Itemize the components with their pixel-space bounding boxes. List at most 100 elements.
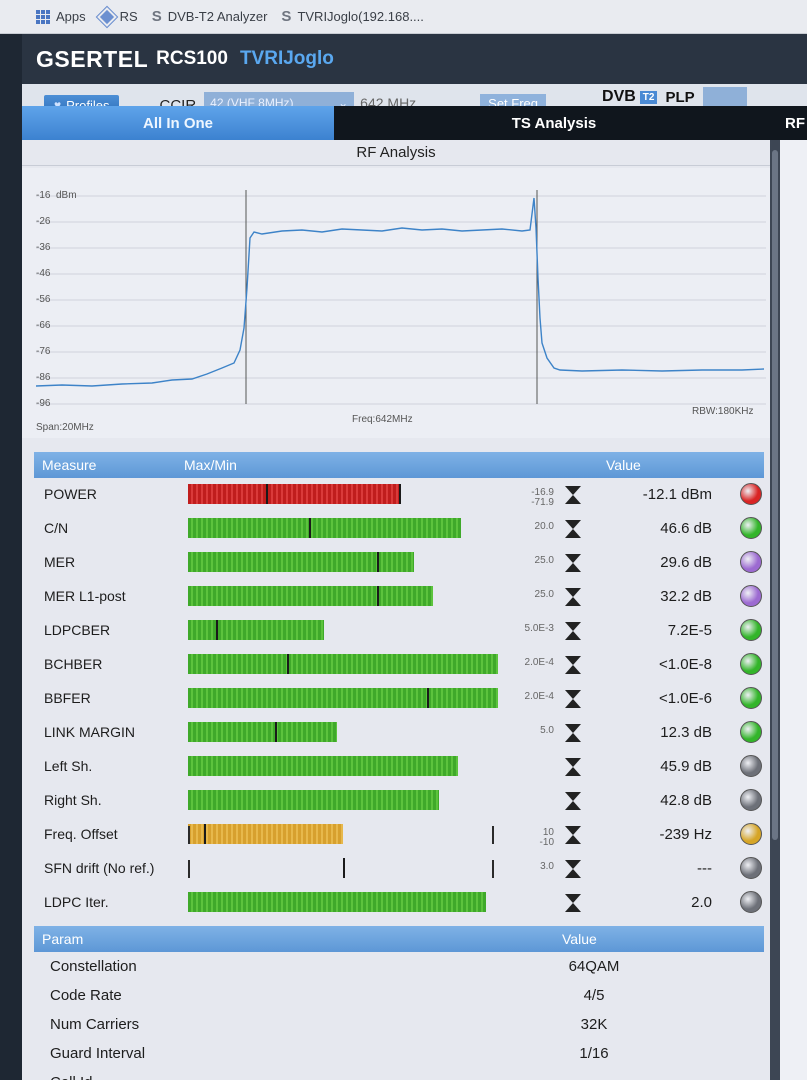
measure-value: <1.0E-6 xyxy=(659,690,712,707)
threshold-top: 25.0 xyxy=(534,589,554,600)
hourglass-icon[interactable] xyxy=(564,587,582,607)
hourglass-icon[interactable] xyxy=(564,723,582,743)
min-max-marker xyxy=(399,484,401,504)
table-row: Freq. Offset 10 -10 -239 Hz xyxy=(34,818,764,852)
unit-label: dBm xyxy=(56,190,77,201)
threshold-label: 3.0 xyxy=(540,862,554,872)
bookmark-apps[interactable]: Apps xyxy=(36,9,86,24)
threshold-label: 5.0E-3 xyxy=(525,624,554,634)
hourglass-icon[interactable] xyxy=(564,655,582,675)
status-led xyxy=(740,789,762,811)
tab-ts-analysis[interactable]: TS Analysis xyxy=(334,106,774,140)
spectrum-plot: -16 dBm -26 -36 -46 -56 -66 -76 -86 -96 … xyxy=(22,168,770,438)
measure-value: 29.6 dB xyxy=(660,554,712,571)
level-bar-track xyxy=(188,756,498,776)
measure-name: BCHBER xyxy=(44,656,103,672)
status-led xyxy=(740,823,762,845)
level-bar-track xyxy=(188,722,498,742)
status-led xyxy=(740,721,762,743)
hourglass-icon[interactable] xyxy=(564,485,582,505)
threshold-bottom: -10 xyxy=(539,837,554,848)
level-bar-track xyxy=(188,586,498,606)
min-max-marker xyxy=(309,518,311,538)
rf-analysis-title: RF Analysis xyxy=(22,140,770,166)
min-max-marker xyxy=(204,824,206,844)
range-limit-marker xyxy=(492,826,494,844)
bookmark-tvri-label: TVRIJoglo(192.168.... xyxy=(297,9,424,24)
table-row: MER L1-post 25.0 32.2 dB xyxy=(34,580,764,614)
measure-name: C/N xyxy=(44,520,69,536)
gsertel-s-icon: S xyxy=(151,8,162,25)
status-led xyxy=(740,551,762,573)
tab-all-in-one[interactable]: All In One xyxy=(22,106,334,140)
range-limit-marker xyxy=(492,860,494,878)
bookmark-dvbt2-label: DVB-T2 Analyzer xyxy=(167,9,268,24)
param-value: 64QAM xyxy=(568,958,620,975)
bookmark-dvbt2[interactable]: S DVB-T2 Analyzer xyxy=(152,8,268,25)
bookmark-rs[interactable]: RS xyxy=(95,5,138,28)
status-led xyxy=(740,857,762,879)
param-table-header: Param Value xyxy=(34,926,764,952)
measure-value: 32.2 dB xyxy=(660,588,712,605)
threshold-label: 10 -10 xyxy=(540,828,554,848)
y-tick-6: -76 xyxy=(36,346,51,357)
hourglass-icon[interactable] xyxy=(564,893,582,913)
measure-name: Left Sh. xyxy=(44,758,93,774)
status-led xyxy=(740,755,762,777)
scrollbar-thumb[interactable] xyxy=(772,150,778,840)
hourglass-icon[interactable] xyxy=(564,519,582,539)
threshold-top: 25.0 xyxy=(534,555,554,566)
col-measure: Measure xyxy=(42,457,97,473)
hourglass-icon[interactable] xyxy=(564,621,582,641)
measure-name: Freq. Offset xyxy=(44,826,118,842)
plp-select[interactable] xyxy=(702,87,747,107)
dvb-suffix: T2 xyxy=(639,90,658,104)
level-bar xyxy=(188,654,498,674)
hourglass-icon[interactable] xyxy=(564,791,582,811)
tab-bar: All In One TS Analysis RF xyxy=(22,106,807,140)
hourglass-icon[interactable] xyxy=(564,689,582,709)
col-value: Value xyxy=(606,457,641,473)
threshold-top: 5.0E-3 xyxy=(524,623,554,634)
table-row: C/N 20.0 46.6 dB xyxy=(34,512,764,546)
min-max-marker xyxy=(377,552,379,572)
y-tick-7: -86 xyxy=(36,372,51,383)
hourglass-icon[interactable] xyxy=(564,553,582,573)
measure-value: <1.0E-8 xyxy=(659,656,712,673)
threshold-top: 2.0E-4 xyxy=(524,691,554,702)
hourglass-icon[interactable] xyxy=(564,859,582,879)
threshold-label: 2.0E-4 xyxy=(525,692,554,702)
param-table-rows: Constellation 64QAM Code Rate 4/5 Num Carrie… xyxy=(34,952,764,1080)
min-max-marker xyxy=(343,858,345,878)
param-row: Constellation 64QAM xyxy=(34,952,764,981)
measure-name: LDPC Iter. xyxy=(44,894,109,910)
apps-grid-icon xyxy=(36,9,50,24)
y-tick-3: -46 xyxy=(36,268,51,279)
status-led xyxy=(740,483,762,505)
status-led xyxy=(740,619,762,641)
level-bar-track xyxy=(188,790,498,810)
bookmark-tvri[interactable]: S TVRIJoglo(192.168.... xyxy=(281,8,423,25)
measure-name: MER xyxy=(44,554,76,570)
tab-rf[interactable]: RF xyxy=(774,106,807,140)
hourglass-icon[interactable] xyxy=(564,825,582,845)
param-row: Guard Interval 1/16 xyxy=(34,1039,764,1068)
level-bar xyxy=(188,586,433,606)
measure-name: Right Sh. xyxy=(44,792,102,808)
table-row: LDPCBER 5.0E-3 7.2E-5 xyxy=(34,614,764,648)
param-name: Code Rate xyxy=(50,987,122,1004)
range-limit-marker xyxy=(188,826,190,844)
bookmark-apps-label: Apps xyxy=(56,9,86,24)
param-row: Code Rate 4/5 xyxy=(34,981,764,1010)
status-led xyxy=(740,891,762,913)
table-row: Right Sh. 42.8 dB xyxy=(34,784,764,818)
range-limit-marker xyxy=(188,860,190,878)
threshold-label: 5.0 xyxy=(540,726,554,736)
hourglass-icon[interactable] xyxy=(564,757,582,777)
span-label: Span:20MHz xyxy=(36,422,94,433)
y-tick-2: -36 xyxy=(36,242,51,253)
min-max-marker xyxy=(216,620,218,640)
y-tick-4: -56 xyxy=(36,294,51,305)
param-name: Num Carriers xyxy=(50,1016,140,1033)
bookmarks-bar: Apps RS S DVB-T2 Analyzer S TVRIJoglo(19… xyxy=(0,0,807,34)
